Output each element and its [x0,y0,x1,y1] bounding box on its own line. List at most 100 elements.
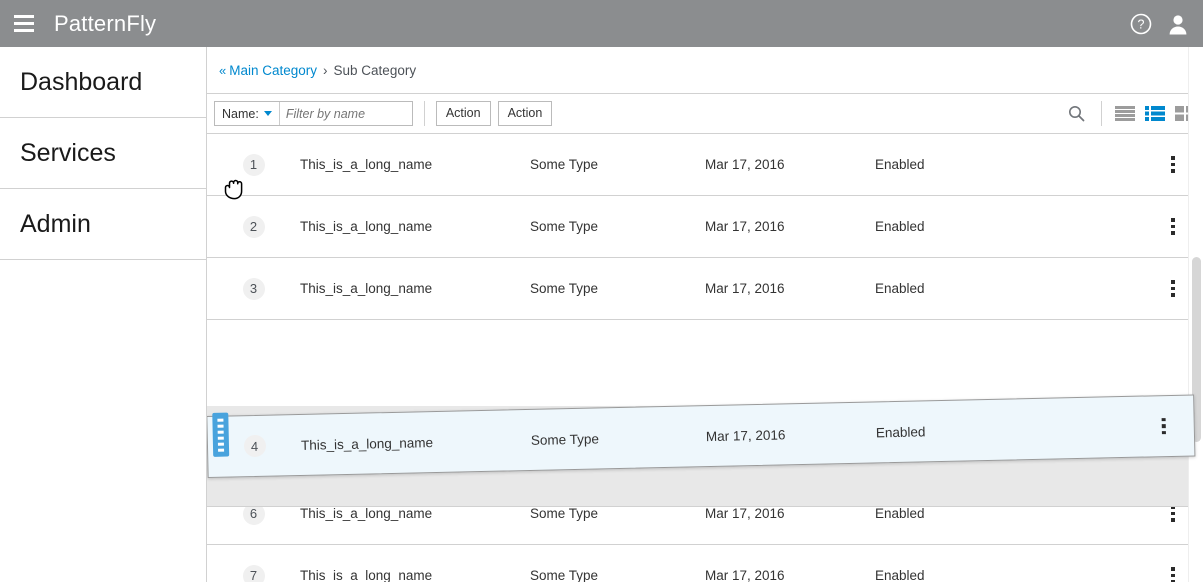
kebab-dot [1171,280,1175,284]
table-row[interactable]: 2 This_is_a_long_name Some Type Mar 17, 201… [207,196,1203,258]
row-name-cell: This_is_a_long_name [300,434,434,453]
kebab-dot [1171,567,1175,571]
row-date-cell: Mar 17, 2016 [705,426,786,444]
main-content: « Main Category › Sub Category Name: Act… [207,47,1203,582]
hamburger-menu-icon[interactable] [0,0,47,47]
row-index-cell: 7 [207,564,300,582]
grip-dot [218,448,225,452]
hamburger-bar [13,22,34,25]
kebab-dot [1171,224,1175,229]
kebab-dot [1171,511,1175,516]
hamburger-bar [13,29,34,32]
row-type-cell: Some Type [530,506,599,521]
row-status-cell: Enabled [875,281,925,296]
grip-dot [217,430,224,434]
row-index-badge: 4 [243,434,266,458]
row-name-cell: This_is_a_long_name [300,568,433,582]
row-date-cell: Mar 17, 2016 [705,568,785,582]
help-circle-icon[interactable]: ? [1129,12,1153,36]
kebab-dots [1171,218,1175,235]
data-list: 1 This_is_a_long_name Some Type Mar 17, 201… [207,134,1203,582]
drag-grip-handle-icon[interactable] [212,412,230,457]
row-date-cell: Mar 17, 2016 [705,281,785,296]
grip-dot [217,442,224,446]
breadcrumb-back-icon[interactable]: « [219,63,226,78]
row-type-cell: Some Type [530,157,599,172]
chevron-down-icon [263,111,272,116]
filter-group: Name: [214,101,413,126]
brand-title: PatternFly [54,10,157,36]
row-status-cell: Enabled [875,506,925,521]
kebab-dots [1171,156,1175,173]
table-row[interactable]: 3 This_is_a_long_name Some Type Mar 17, 201… [207,258,1203,320]
filter-input[interactable] [279,102,412,125]
toolbar-right-group [1062,101,1195,127]
user-avatar-icon[interactable] [1167,12,1189,36]
kebab-dot [1161,417,1166,422]
toolbar-divider [423,101,425,126]
kebab-dot [1161,424,1166,428]
grip-dot [217,418,224,422]
kebab-dot [1171,286,1175,291]
row-index-cell: 3 [207,277,300,300]
row-index-badge: 7 [242,564,265,582]
row-name-cell: This_is_a_long_name [300,157,433,172]
sidebar-item-dashboard[interactable]: Dashboard [0,47,206,118]
row-status-cell: Enabled [875,423,926,440]
kebab-dot [1171,162,1175,167]
row-index-cell: 2 [207,215,300,238]
kebab-dot [1171,293,1175,297]
row-index-badge: 2 [242,215,265,238]
grip-dot [217,436,224,440]
row-status-cell: Enabled [875,219,925,234]
row-type-cell: Some Type [530,568,599,582]
kebab-dot [1171,156,1175,160]
kebab-dots [1161,417,1166,435]
masthead-actions: ? [1129,12,1203,36]
action-button-1[interactable]: Action [435,101,491,126]
action-button-2[interactable]: Action [497,101,553,126]
sidebar-nav: Dashboard Services Admin [0,47,207,582]
kebab-dots [1171,505,1175,522]
masthead: PatternFly ? [0,0,1203,47]
list-view-icon[interactable] [1115,106,1135,121]
sidebar-item-label: Admin [20,209,91,238]
breadcrumb-separator: › [323,62,328,78]
row-type-cell: Some Type [530,281,599,296]
kebab-dots [1171,280,1175,297]
row-date-cell: Mar 17, 2016 [705,506,785,521]
sidebar-item-label: Dashboard [20,67,143,96]
table-row[interactable]: 7 This_is_a_long_name Some Type Mar 17, 201… [207,545,1203,582]
row-name-cell: This_is_a_long_name [300,281,433,296]
toolbar-divider [1101,101,1102,126]
row-index-badge: 3 [242,277,265,300]
table-view-icon[interactable] [1145,106,1165,121]
filter-toolbar: Name: Action Action [207,93,1203,134]
row-index-cell: 1 [207,153,300,176]
row-status-cell: Enabled [875,568,925,582]
filter-field-label: Name: [222,106,259,121]
sidebar-item-services[interactable]: Services [0,118,206,189]
kebab-dot [1171,573,1175,578]
row-name-cell: This_is_a_long_name [300,506,433,521]
search-icon[interactable] [1062,101,1090,127]
row-date-cell: Mar 17, 2016 [705,157,785,172]
row-name-cell: This_is_a_long_name [300,219,433,234]
breadcrumb-link-main-category[interactable]: Main Category [229,63,317,78]
kebab-dot [1171,518,1175,522]
view-toggle-group [1113,106,1195,121]
filter-field-select[interactable]: Name: [215,102,280,125]
row-type-cell: Some Type [530,430,600,448]
breadcrumb-current: Sub Category [333,62,417,78]
grip-dot [217,424,224,428]
sidebar-item-label: Services [20,138,116,167]
row-type-cell: Some Type [530,219,599,234]
vertical-scrollbar-track[interactable] [1188,47,1203,582]
sidebar-item-admin[interactable]: Admin [0,189,206,260]
table-row[interactable]: 1 This_is_a_long_name Some Type Mar 17, 201… [207,134,1203,196]
kebab-dot [1171,218,1175,222]
kebab-menu-icon[interactable] [1134,417,1194,435]
row-index-badge: 1 [242,153,265,176]
kebab-dot [1162,430,1166,435]
svg-text:?: ? [1138,17,1145,31]
